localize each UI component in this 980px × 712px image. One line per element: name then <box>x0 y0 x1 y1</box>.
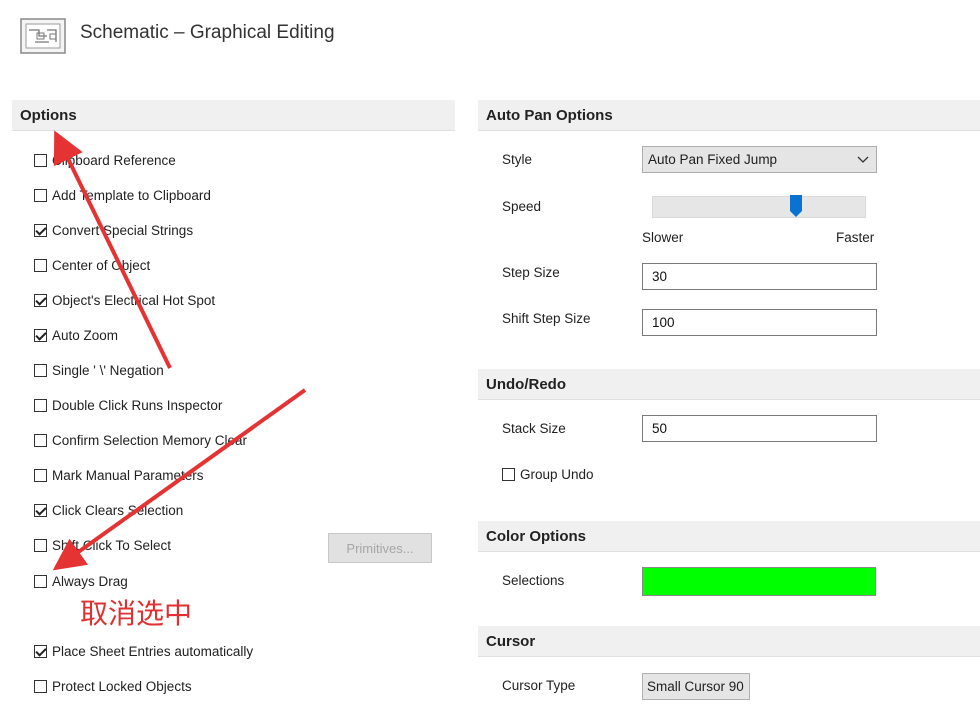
option-label: Protect Locked Objects <box>52 678 192 694</box>
selections-label: Selections <box>502 573 565 588</box>
faster-label: Faster <box>836 230 875 245</box>
option-checkbox[interactable] <box>34 223 47 237</box>
option-row[interactable]: Object's Electrical Hot Spot <box>34 290 215 310</box>
speed-slider-thumb[interactable] <box>790 195 802 219</box>
style-select-value: Auto Pan Fixed Jump <box>648 152 778 167</box>
option-row[interactable]: Always Drag <box>34 571 128 591</box>
option-label: Add Template to Clipboard <box>52 187 211 203</box>
option-label: Shift Click To Select <box>52 537 172 553</box>
stack-size-label: Stack Size <box>502 421 566 436</box>
option-checkbox[interactable] <box>34 433 47 447</box>
option-label: Auto Zoom <box>52 327 119 343</box>
speed-label: Speed <box>502 199 542 214</box>
annotation-text: 取消选中 <box>80 597 193 630</box>
option-row[interactable]: Clipboard Reference <box>34 150 176 170</box>
group-undo-checkbox[interactable] <box>502 467 515 481</box>
option-label: Confirm Selection Memory Clear <box>52 432 248 448</box>
group-undo-label: Group Undo <box>520 466 594 482</box>
option-row[interactable]: Protect Locked Objects <box>34 676 192 696</box>
option-row[interactable]: Click Clears Selection <box>34 500 183 520</box>
option-checkbox[interactable] <box>34 258 47 272</box>
option-label: Single ' \' Negation <box>52 362 164 378</box>
color-options-header: Color Options <box>478 521 980 552</box>
option-checkbox[interactable] <box>34 644 47 658</box>
option-checkbox[interactable] <box>34 328 47 342</box>
cursor-header: Cursor <box>478 626 980 657</box>
option-row[interactable]: Convert Special Strings <box>34 220 193 240</box>
page-title: Schematic – Graphical Editing <box>80 22 335 43</box>
option-checkbox[interactable] <box>34 398 47 412</box>
option-checkbox[interactable] <box>34 468 47 482</box>
option-checkbox[interactable] <box>34 293 47 307</box>
schematic-icon <box>20 18 66 54</box>
option-row[interactable]: Add Template to Clipboard <box>34 185 211 205</box>
step-size-input[interactable] <box>642 263 877 290</box>
auto-pan-header: Auto Pan Options <box>478 100 980 131</box>
option-checkbox[interactable] <box>34 188 47 202</box>
cursor-type-label: Cursor Type <box>502 678 576 693</box>
group-undo-checkbox-row[interactable]: Group Undo <box>502 464 594 484</box>
option-label: Double Click Runs Inspector <box>52 397 223 413</box>
option-label: Mark Manual Parameters <box>52 467 204 483</box>
option-label: Center of Object <box>52 257 151 273</box>
option-row[interactable]: Single ' \' Negation <box>34 360 164 380</box>
option-label: Click Clears Selection <box>52 502 184 518</box>
shift-step-size-input[interactable] <box>642 309 877 336</box>
option-label: Place Sheet Entries automatically <box>52 643 254 659</box>
chevron-down-icon <box>857 156 869 163</box>
cursor-type-value: Small Cursor 90 <box>647 679 744 694</box>
option-row[interactable]: Place Sheet Entries automatically <box>34 641 253 661</box>
primitives-button[interactable]: Primitives... <box>328 533 432 563</box>
undo-redo-header: Undo/Redo <box>478 369 980 400</box>
slower-label: Slower <box>642 230 684 245</box>
option-label: Clipboard Reference <box>52 152 176 168</box>
option-label: Object's Electrical Hot Spot <box>52 292 216 308</box>
option-label: Convert Special Strings <box>52 222 194 238</box>
cursor-type-select[interactable]: Small Cursor 90 <box>642 673 750 700</box>
style-label: Style <box>502 152 533 167</box>
option-row[interactable]: Shift Click To Select <box>34 535 171 555</box>
step-size-label: Step Size <box>502 265 560 280</box>
option-checkbox[interactable] <box>34 538 47 552</box>
selections-color-swatch[interactable] <box>642 567 876 596</box>
options-header: Options <box>12 100 455 131</box>
speed-slider[interactable] <box>652 195 866 219</box>
option-row[interactable]: Center of Object <box>34 255 150 275</box>
style-select[interactable]: Auto Pan Fixed Jump <box>642 146 877 173</box>
option-checkbox[interactable] <box>34 363 47 377</box>
option-checkbox[interactable] <box>34 503 47 517</box>
option-row[interactable]: Confirm Selection Memory Clear <box>34 430 247 450</box>
option-row[interactable]: Double Click Runs Inspector <box>34 395 222 415</box>
option-checkbox[interactable] <box>34 679 47 693</box>
option-checkbox[interactable] <box>34 574 47 588</box>
shift-step-size-label: Shift Step Size <box>502 311 591 326</box>
stack-size-input[interactable] <box>642 415 877 442</box>
option-label: Always Drag <box>52 573 128 589</box>
option-row[interactable]: Mark Manual Parameters <box>34 465 204 485</box>
option-row[interactable]: Auto Zoom <box>34 325 118 345</box>
option-checkbox[interactable] <box>34 153 47 167</box>
